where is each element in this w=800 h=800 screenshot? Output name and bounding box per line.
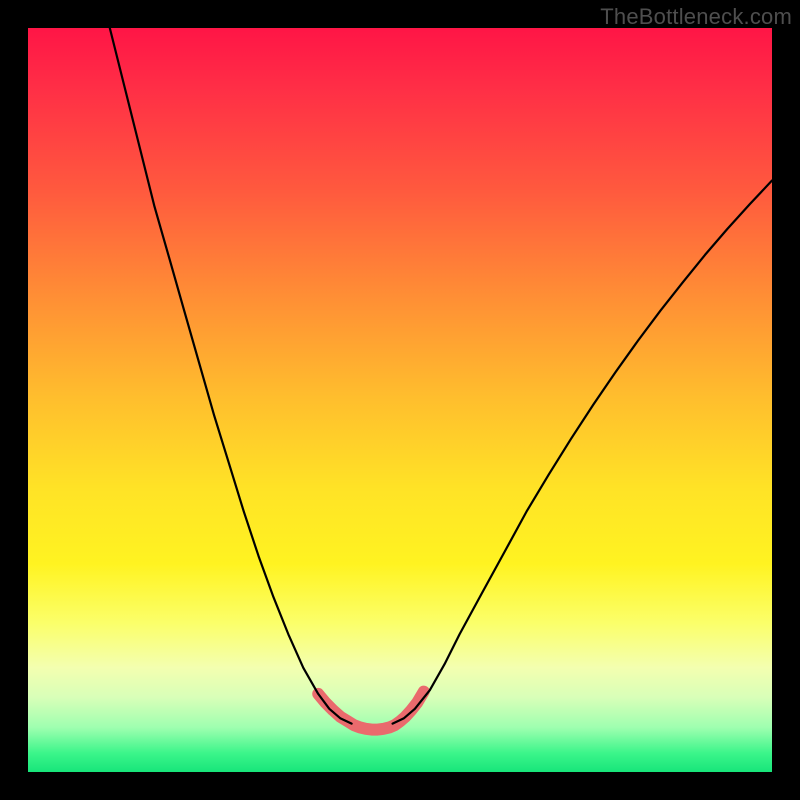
- chart-svg: [28, 28, 772, 772]
- chart-area: [28, 28, 772, 772]
- left-curve-line: [110, 28, 352, 724]
- outer-frame: TheBottleneck.com: [0, 0, 800, 800]
- right-curve-line: [393, 181, 772, 724]
- valley-highlight-line: [318, 692, 424, 730]
- watermark-text: TheBottleneck.com: [600, 4, 792, 30]
